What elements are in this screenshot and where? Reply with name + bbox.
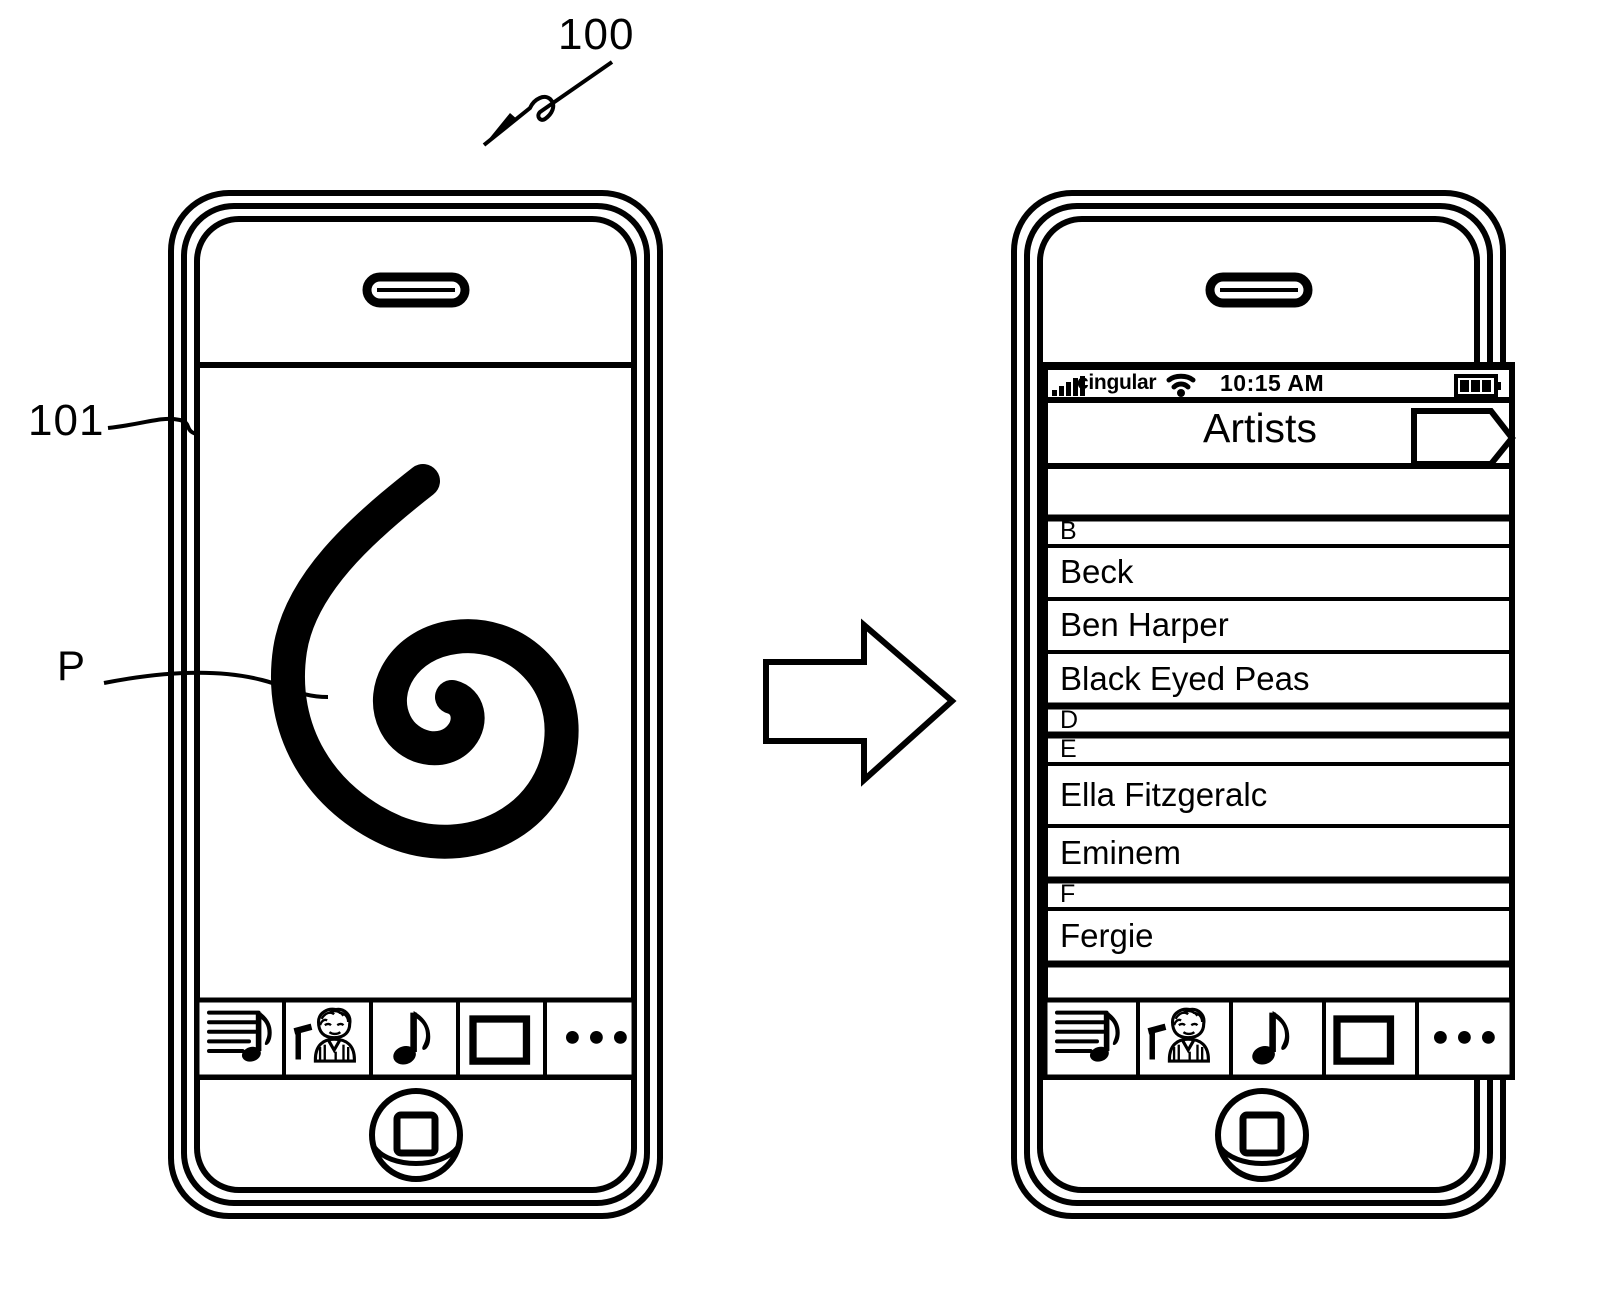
- list-item[interactable]: Ben Harper: [1060, 606, 1229, 645]
- reference-numeral-p: P: [57, 642, 87, 689]
- carrier-label: cingular: [1077, 371, 1157, 394]
- left-phone: [168, 190, 663, 1219]
- earpiece-speaker-icon: [367, 277, 465, 303]
- figure-canvas: [103, 60, 1516, 1219]
- patent-figure: 100 101 P cingular 10:15 AM Artists B Bec…: [0, 0, 1623, 1299]
- clock-label: 10:15 AM: [1220, 369, 1325, 396]
- screen[interactable]: [1042, 362, 1515, 1080]
- reference-numeral-100: 100: [558, 10, 635, 59]
- list-item[interactable]: Fergie: [1060, 917, 1154, 956]
- status-bar: cingular 10:15 AM: [1045, 366, 1512, 400]
- more-icon[interactable]: [1434, 1031, 1495, 1044]
- list-item[interactable]: Ella Fitzgeralc: [1060, 776, 1267, 815]
- reference-numeral-101: 101: [28, 396, 105, 445]
- earpiece-speaker-icon: [1210, 277, 1308, 303]
- leader-line-100: [482, 60, 614, 147]
- list-section-header: B: [1060, 517, 1077, 546]
- more-icon[interactable]: [566, 1031, 627, 1044]
- list-item[interactable]: Beck: [1060, 553, 1133, 592]
- list-item[interactable]: Black Eyed Peas: [1060, 660, 1309, 699]
- toolbar: [1042, 997, 1515, 1080]
- list-section-header: E: [1060, 734, 1077, 763]
- list-section-header: D: [1060, 705, 1079, 734]
- list-section-header: F: [1060, 879, 1076, 908]
- flow-arrow: [763, 618, 957, 787]
- list-item[interactable]: Eminem: [1060, 834, 1181, 873]
- page-title: Artists: [1203, 405, 1317, 451]
- toolbar: [194, 997, 637, 1080]
- right-phone: [1011, 190, 1516, 1219]
